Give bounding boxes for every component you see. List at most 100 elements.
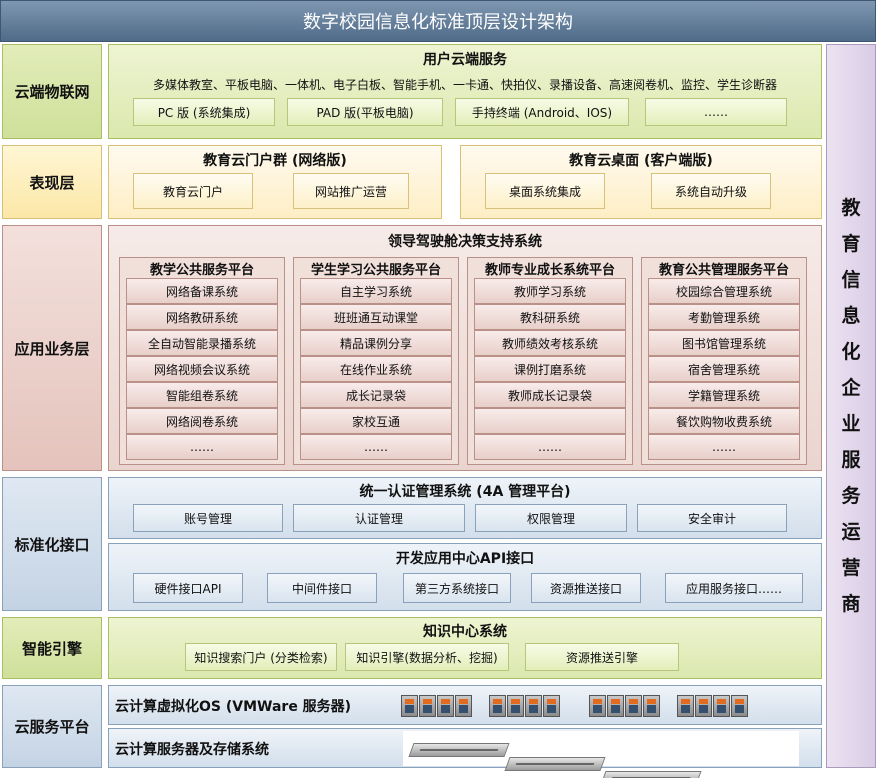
layer-label-text: 云端物联网: [14, 83, 90, 101]
layer-label-interface: 标准化接口: [2, 477, 102, 611]
panel-storage: 云计算服务器及存储系统: [108, 728, 822, 778]
system-item: 教师绩效考核系统: [474, 330, 626, 356]
diagram-title: 数字校园信息化标准顶层设计架构: [0, 0, 876, 42]
auth-box: 账号管理: [133, 504, 283, 532]
layer-label-presentation: 表现层: [2, 145, 102, 219]
layer-label-text: 智能引擎: [21, 639, 82, 658]
server-rack-group: [401, 695, 472, 717]
right-side-char: 息: [841, 305, 861, 327]
engine-box: 知识引擎(数据分析、挖掘): [345, 643, 509, 671]
layer-label-text: 表现层: [29, 173, 75, 192]
system-item: 图书馆管理系统: [648, 330, 800, 356]
layer-label-text: 标准化接口: [14, 535, 90, 554]
system-item: [474, 408, 626, 434]
right-side-char: 运: [841, 521, 861, 543]
panel-cloud-desktop: 教育云桌面 (客户端版) 桌面系统集成 系统自动升级: [460, 145, 822, 219]
panel-title: 用户云端服务: [423, 52, 507, 68]
api-box: 硬件接口API: [133, 573, 243, 603]
system-item: 餐饮购物收费系统: [648, 408, 800, 434]
server-icon: [408, 743, 510, 757]
system-item: 网络阅卷系统: [126, 408, 278, 434]
api-box: 第三方系统接口: [403, 573, 511, 603]
panel-title: 领导驾驶舱决策支持系统: [388, 234, 542, 250]
right-side-char: 服: [841, 449, 861, 471]
system-item: 全自动智能录播系统: [126, 330, 278, 356]
panel-portal-group: 教育云门户群 (网络版) 教育云门户 网站推广运营: [108, 145, 442, 219]
system-item: ……: [474, 434, 626, 460]
layer-label-application: 应用业务层: [2, 225, 102, 471]
right-side-char: 务: [841, 485, 861, 507]
portal-box: 网站推广运营: [293, 173, 409, 209]
desktop-box: 系统自动升级: [651, 173, 771, 209]
layer-label-text: 应用业务层: [14, 339, 90, 358]
system-item: 考勤管理系统: [648, 304, 800, 330]
system-item: 宿舍管理系统: [648, 356, 800, 382]
right-side-char: 教: [841, 197, 861, 219]
panel-title: 开发应用中心API接口: [395, 551, 535, 567]
system-item: 自主学习系统: [300, 278, 452, 304]
layer-label-text: 云服务平台: [14, 718, 90, 736]
server-rack-group: [677, 695, 748, 717]
client-box: PC 版 (系统集成): [133, 98, 275, 126]
system-item: 学籍管理系统: [648, 382, 800, 408]
system-item: 教师学习系统: [474, 278, 626, 304]
platform-title: 教师专业成长系统平台: [484, 262, 615, 278]
right-side-char: 企: [841, 377, 861, 399]
storage-label: 云计算服务器及存储系统: [115, 742, 269, 758]
api-box: 资源推送接口: [531, 573, 641, 603]
system-item: 在线作业系统: [300, 356, 452, 382]
system-item: 教科研系统: [474, 304, 626, 330]
system-item: ……: [648, 434, 800, 460]
auth-box: 权限管理: [475, 504, 627, 532]
system-item: 网络教研系统: [126, 304, 278, 330]
panel-title: 知识中心系统: [423, 624, 507, 640]
auth-box: 认证管理: [293, 504, 465, 532]
desktop-box: 桌面系统集成: [485, 173, 605, 209]
system-item: 智能组卷系统: [126, 382, 278, 408]
layer-label-engine: 智能引擎: [2, 617, 102, 679]
right-side-char: 商: [841, 593, 861, 615]
platform-title: 学生学习公共服务平台: [310, 262, 441, 278]
api-box: 应用服务接口……: [665, 573, 803, 603]
system-item: ……: [126, 434, 278, 460]
device-list: 多媒体教室、平板电脑、一体机、电子白板、智能手机、一卡通、快拍仪、录播设备、高速…: [152, 77, 777, 92]
server-icon: [504, 757, 606, 771]
panel-api: 开发应用中心API接口 硬件接口API 中间件接口 第三方系统接口 资源推送接口…: [108, 543, 822, 611]
right-side-text: 教育信息化企业服务运营商: [827, 190, 875, 622]
system-item: 家校互通: [300, 408, 452, 434]
panel-auth: 统一认证管理系统 (4A 管理平台) 账号管理 认证管理 权限管理 安全审计: [108, 477, 822, 539]
server-strip: [403, 731, 799, 778]
platform-column: 教学公共服务平台 网络备课系统 网络教研系统 全自动智能录播系统 网络视频会议系统 智能组…: [119, 257, 285, 465]
right-side-char: 业: [841, 413, 861, 435]
panel-knowledge: 知识中心系统 知识搜索门户 (分类检索) 知识引擎(数据分析、挖掘) 资源推送引…: [108, 617, 822, 679]
system-item: 班班通互动课堂: [300, 304, 452, 330]
panel-title: 教育云门户群 (网络版): [203, 153, 347, 169]
server-icon: [600, 771, 702, 778]
engine-box: 资源推送引擎: [525, 643, 679, 671]
server-rack-group: [589, 695, 660, 717]
right-side-char: 信: [841, 269, 861, 291]
panel-application: 领导驾驶舱决策支持系统 教学公共服务平台 网络备课系统 网络教研系统 全自动智能录播系…: [108, 225, 822, 471]
layer-label-cloud-platform: 云服务平台: [2, 685, 102, 768]
panel-cloud-iot: 用户云端服务 多媒体教室、平板电脑、一体机、电子白板、智能手机、一卡通、快拍仪、…: [108, 44, 822, 139]
portal-box: 教育云门户: [133, 173, 253, 209]
right-side-char: 化: [841, 341, 861, 363]
platform-column: 教师专业成长系统平台 教师学习系统 教科研系统 教师绩效考核系统 课例打磨系统 教师成长记…: [467, 257, 633, 465]
engine-box: 知识搜索门户 (分类检索): [185, 643, 337, 671]
platform-title: 教学公共服务平台: [149, 262, 254, 278]
server-rack-group: [489, 695, 560, 717]
system-item: 精品课例分享: [300, 330, 452, 356]
virtualization-label: 云计算虚拟化OS (VMWare 服务器): [115, 699, 352, 715]
platform-column: 教育公共管理服务平台 校园综合管理系统 考勤管理系统 图书馆管理系统 宿舍管理系统 学籍管…: [641, 257, 807, 465]
right-side-char: 育: [841, 233, 861, 255]
platform-title: 教育公共管理服务平台: [658, 262, 789, 278]
right-side-bar: 教育信息化企业服务运营商: [826, 44, 876, 768]
panel-virtualization: 云计算虚拟化OS (VMWare 服务器): [108, 685, 822, 725]
system-item: 成长记录袋: [300, 382, 452, 408]
client-box: 手持终端 (Android、IOS): [455, 98, 629, 126]
system-item: 课例打磨系统: [474, 356, 626, 382]
system-item: 网络备课系统: [126, 278, 278, 304]
client-box: PAD 版(平板电脑): [287, 98, 443, 126]
auth-box: 安全审计: [637, 504, 787, 532]
system-item: 网络视频会议系统: [126, 356, 278, 382]
